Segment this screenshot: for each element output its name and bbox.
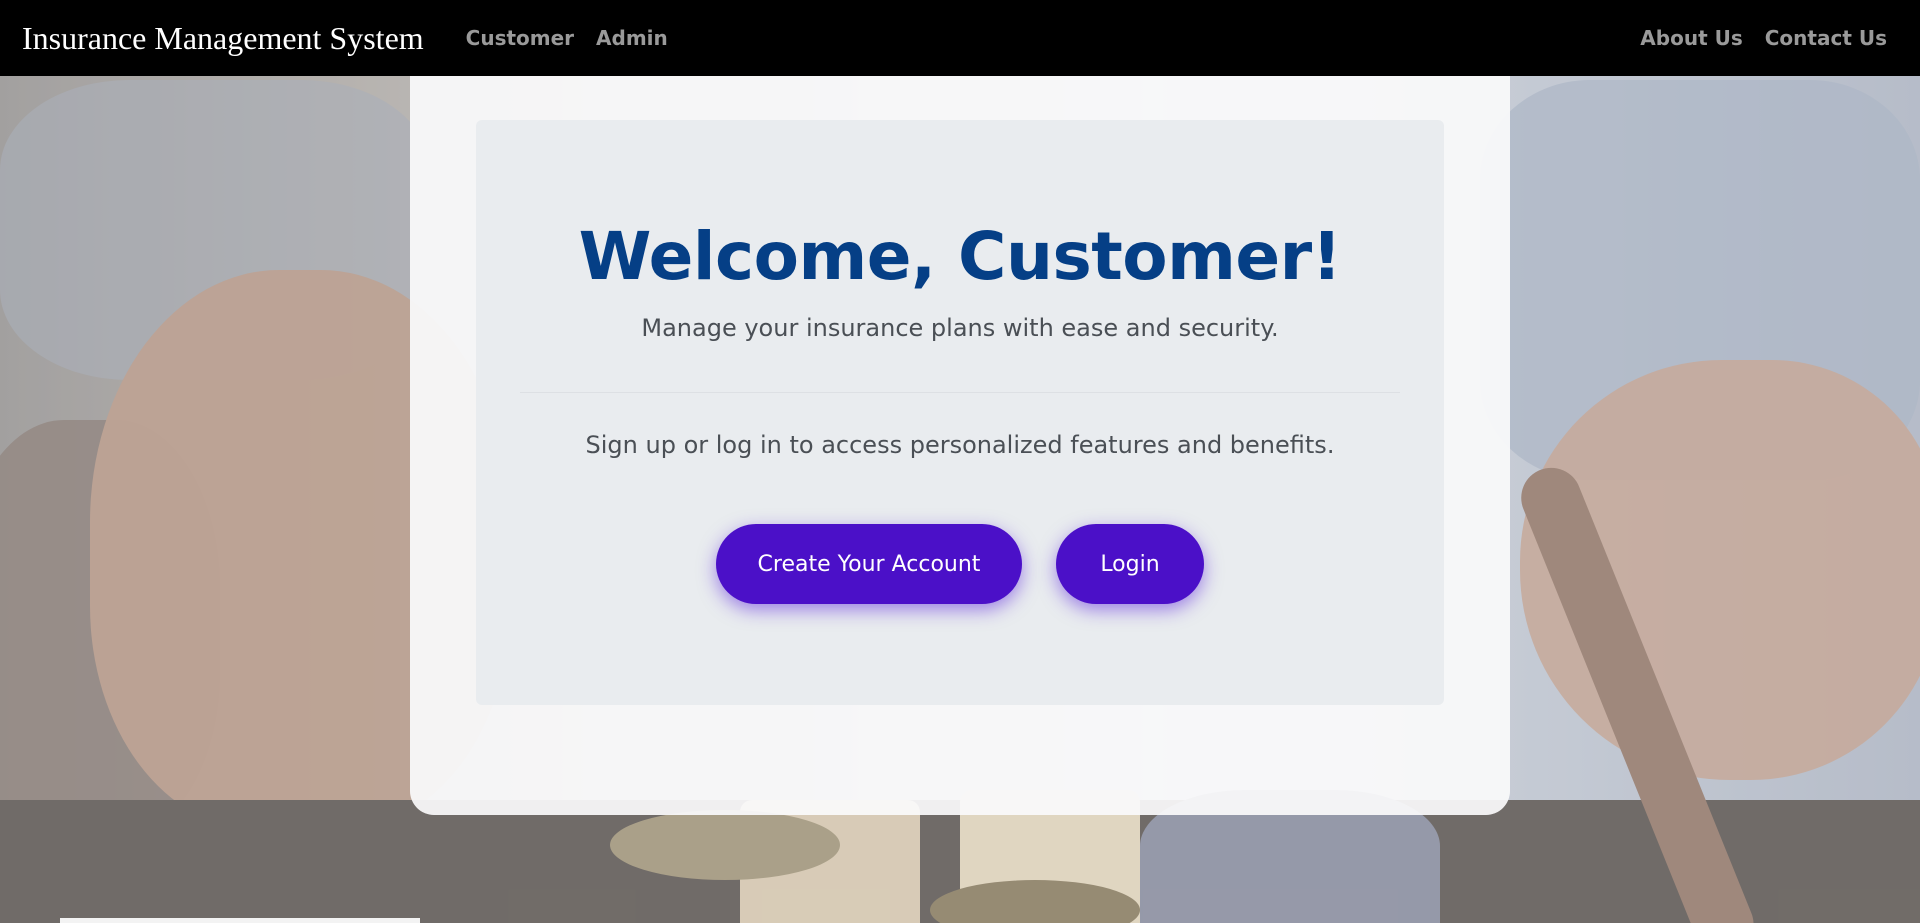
welcome-card: Welcome, Customer! Manage your insurance… [410, 60, 1510, 815]
create-account-button[interactable]: Create Your Account [716, 524, 1022, 604]
background-bottom-strip [60, 918, 420, 923]
nav-link-about-us[interactable]: About Us [1640, 26, 1742, 50]
login-button[interactable]: Login [1056, 524, 1204, 604]
divider [520, 392, 1400, 393]
nav-link-customer[interactable]: Customer [466, 26, 574, 50]
nav-right-links: About Us Contact Us [1640, 26, 1887, 50]
nav-link-contact-us[interactable]: Contact Us [1765, 26, 1887, 50]
nav-link-admin[interactable]: Admin [596, 26, 668, 50]
jumbotron: Welcome, Customer! Manage your insurance… [476, 120, 1444, 705]
top-navbar: Insurance Management System Customer Adm… [0, 0, 1920, 76]
welcome-subtitle: Manage your insurance plans with ease an… [641, 314, 1279, 342]
navbar-brand[interactable]: Insurance Management System [22, 20, 424, 57]
lead-text: Sign up or log in to access personalized… [585, 431, 1335, 459]
nav-left-links: Customer Admin [466, 26, 668, 50]
welcome-title: Welcome, Customer! [578, 218, 1342, 295]
